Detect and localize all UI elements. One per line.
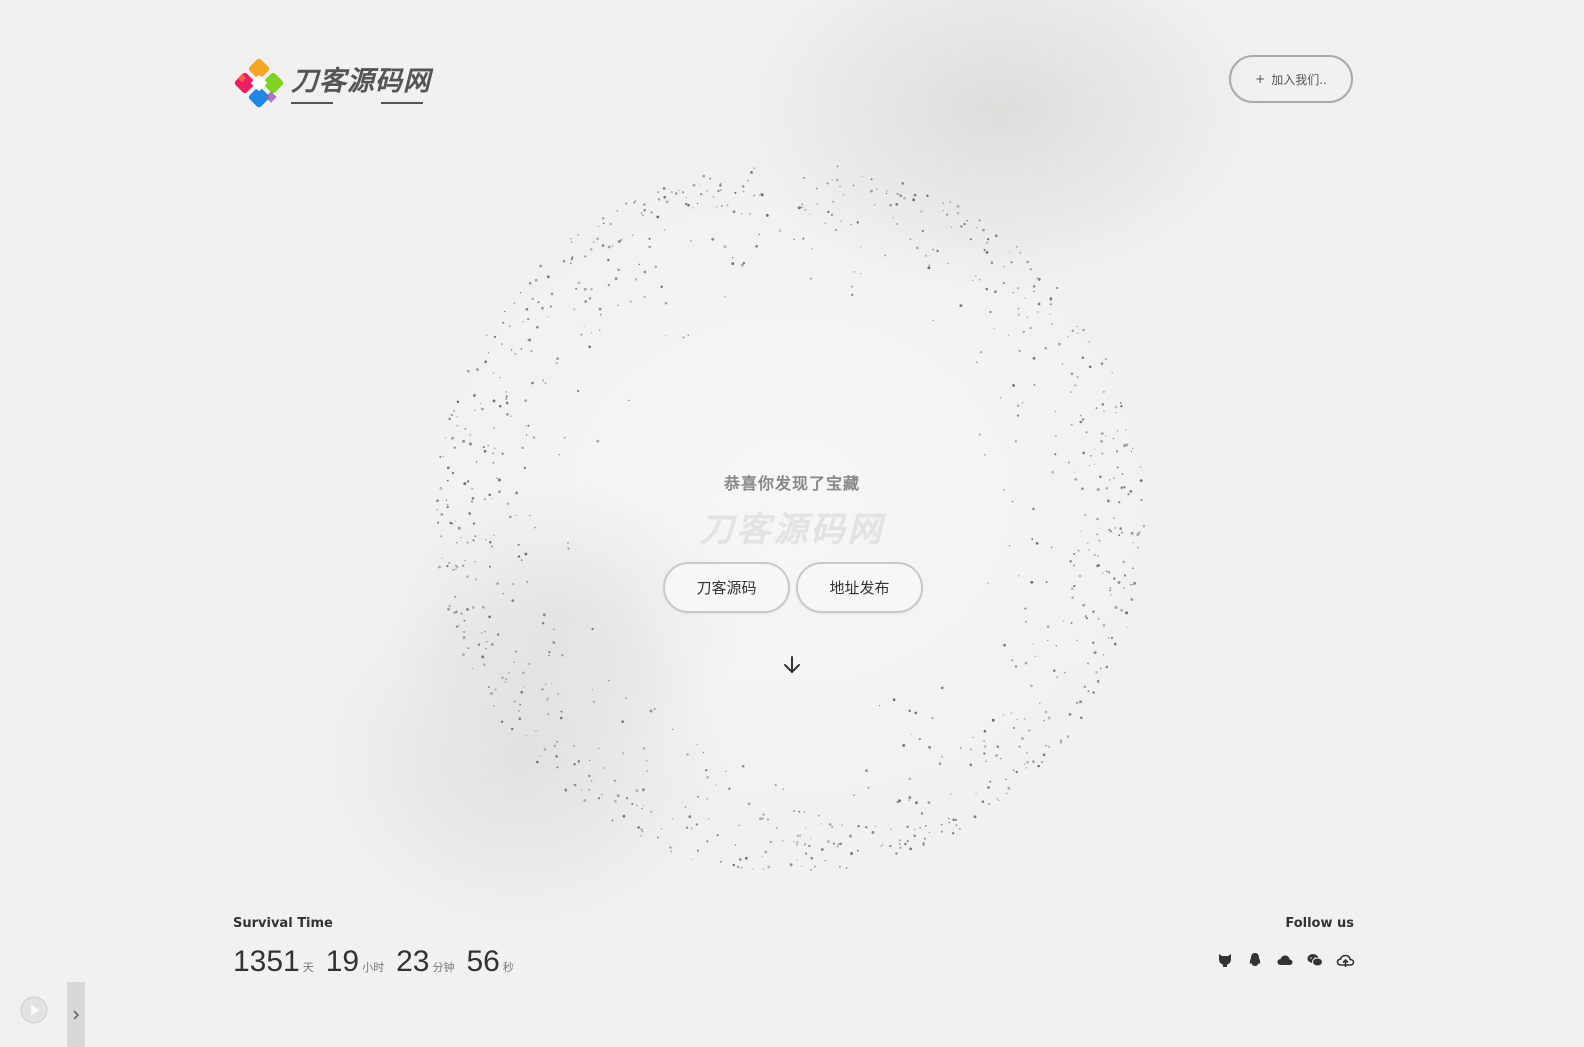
chevron-right-icon[interactable] [67, 982, 85, 1047]
address-publish-button[interactable]: 地址发布 [796, 562, 923, 613]
github-icon[interactable] [1216, 951, 1234, 969]
logo-icon [233, 57, 285, 109]
follow-title: Follow us [1285, 916, 1354, 931]
days-unit: 天 [302, 961, 314, 974]
logo-text: 刀客源码网 [291, 66, 431, 97]
hero-tagline: 恭喜你发现了宝藏 [723, 474, 860, 493]
hours-value: 19 [325, 945, 360, 978]
plus-icon: + [1255, 72, 1266, 86]
follow-us: Follow us [1216, 916, 1355, 969]
play-icon[interactable] [20, 996, 48, 1024]
days-value: 1351 [233, 945, 300, 978]
hero-buttons: 刀客源码 地址发布 [663, 562, 923, 613]
survival-title: Survival Time [233, 916, 333, 931]
logo-underline [291, 102, 423, 104]
daoke-source-button[interactable]: 刀客源码 [663, 562, 790, 613]
hero-ghost-title: 刀客源码网 [699, 510, 885, 550]
minutes-value: 23 [396, 945, 430, 978]
cloud-upload-icon[interactable] [1336, 951, 1355, 969]
wechat-icon[interactable] [1306, 951, 1324, 969]
arrow-down-icon[interactable] [781, 654, 803, 676]
qq-icon[interactable] [1246, 951, 1264, 969]
join-us-label: 加入我们.. [1271, 72, 1327, 87]
survival-timer: 1351 天 19 小时 23 分钟 56 秒 [233, 945, 526, 979]
logo[interactable]: 刀客源码网 [233, 57, 431, 109]
cloud-icon[interactable] [1276, 951, 1294, 969]
minutes-unit: 分钟 [432, 961, 455, 974]
social-links [1216, 951, 1355, 969]
seconds-unit: 秒 [502, 961, 514, 974]
seconds-value: 56 [466, 945, 500, 978]
hours-unit: 小时 [362, 961, 385, 974]
survival-time: Survival Time 1351 天 19 小时 23 分钟 56 秒 [233, 916, 526, 979]
header: 刀客源码网 + 加入我们.. [0, 0, 1584, 140]
join-us-button[interactable]: + 加入我们.. [1229, 55, 1353, 103]
